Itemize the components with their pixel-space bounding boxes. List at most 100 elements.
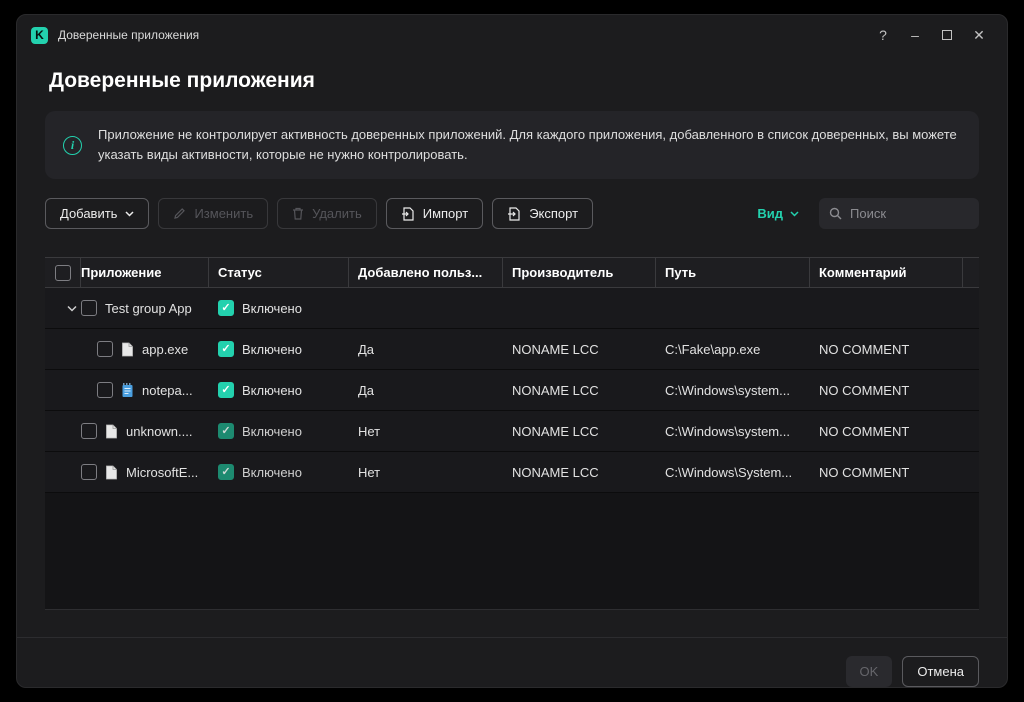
col-header-path[interactable]: Путь (656, 258, 810, 288)
table-row[interactable]: app.exe Включено Да NONAME LCC C:\Fake\a… (45, 329, 979, 371)
file-icon (122, 342, 133, 357)
notepad-icon (122, 383, 133, 397)
comment-cell: NO COMMENT (819, 464, 910, 480)
delete-button[interactable]: Удалить (277, 198, 377, 230)
import-button-label: Импорт (422, 206, 469, 222)
table-row[interactable]: MicrosoftE... Включено Нет NONAME LCC C:… (45, 452, 979, 494)
file-icon (106, 424, 117, 439)
delete-button-label: Удалить (312, 206, 362, 222)
status-cell: Включено (209, 341, 349, 358)
chevron-down-icon (125, 211, 134, 217)
status-checkbox[interactable] (218, 300, 234, 317)
add-button-label: Добавить (60, 206, 118, 222)
col-header-status[interactable]: Статус (209, 258, 349, 288)
status-label: Включено (242, 464, 302, 480)
export-button[interactable]: Экспорт (492, 198, 594, 230)
cancel-button[interactable]: Отмена (902, 656, 979, 687)
export-button-label: Экспорт (529, 206, 579, 222)
added-cell: Да (358, 341, 375, 357)
col-header-added-by-user[interactable]: Добавлено польз... (349, 258, 503, 288)
status-checkbox[interactable] (218, 341, 234, 358)
vendor-cell: NONAME LCC (512, 464, 599, 480)
content: Доверенные приложения i Приложение не ко… (17, 55, 1007, 637)
row-checkbox[interactable] (97, 382, 113, 399)
group-name-cell: Test group App (81, 300, 209, 317)
select-all-checkbox[interactable] (54, 264, 71, 281)
trash-icon (293, 208, 304, 220)
row-checkbox[interactable] (81, 464, 97, 481)
comment-cell: NO COMMENT (819, 341, 910, 357)
maximize-icon (942, 30, 952, 40)
app-name: app.exe (142, 341, 189, 357)
row-checkbox[interactable] (97, 341, 113, 358)
search-icon (829, 208, 842, 220)
pencil-icon (174, 208, 186, 220)
toolbar-right: Вид (757, 198, 979, 230)
status-cell: Включено (209, 382, 349, 399)
table-group-row[interactable]: Test group App Включено (45, 288, 979, 330)
col-header-application[interactable]: Приложение (81, 258, 209, 288)
table-row[interactable]: notepa... Включено Да NONAME LCC C:\Wind… (45, 370, 979, 412)
app-name-cell: MicrosoftE... (81, 464, 209, 481)
status-label: Включено (242, 341, 302, 357)
app-name: unknown.... (126, 423, 193, 439)
app-name-cell: unknown.... (81, 423, 209, 440)
chevron-down-icon[interactable] (67, 305, 77, 312)
trusted-apps-table: Приложение Статус Добавлено польз... Про… (45, 257, 979, 611)
col-header-vendor[interactable]: Производитель (503, 258, 656, 288)
window-title: Доверенные приложения (58, 28, 200, 42)
import-button[interactable]: Импорт (385, 198, 484, 230)
ok-button[interactable]: OK (845, 656, 893, 687)
group-expand-cell (45, 305, 81, 312)
close-button[interactable]: ✕ (963, 20, 995, 50)
minimize-button[interactable]: – (899, 20, 931, 50)
status-label: Включено (242, 382, 302, 398)
desktop: { "window": { "title": "Доверенные прило… (0, 0, 1024, 702)
status-cell: Включено (209, 423, 349, 440)
app-name: MicrosoftE... (126, 464, 199, 480)
search-input[interactable] (850, 206, 969, 222)
status-label: Включено (242, 423, 302, 439)
path-cell: C:\Windows\system... (665, 382, 790, 398)
info-icon: i (63, 135, 82, 155)
vendor-cell: NONAME LCC (512, 382, 599, 398)
page-title: Доверенные приложения (49, 69, 315, 92)
edit-button[interactable]: Изменить (158, 198, 269, 230)
status-checkbox[interactable] (218, 423, 234, 440)
group-name: Test group App (105, 300, 192, 316)
chevron-down-icon (790, 211, 799, 217)
comment-cell: NO COMMENT (819, 423, 910, 439)
added-cell: Нет (358, 423, 381, 439)
col-header-comment[interactable]: Комментарий (810, 258, 963, 288)
app-name-cell: app.exe (81, 341, 209, 358)
added-cell: Да (358, 382, 375, 398)
titlebar: K Доверенные приложения ? – ✕ (17, 15, 1007, 55)
info-banner: i Приложение не контролирует активность … (45, 111, 979, 180)
status-checkbox[interactable] (218, 382, 234, 399)
status-checkbox[interactable] (218, 464, 234, 481)
table-row[interactable]: unknown.... Включено Нет NONAME LCC C:\W… (45, 411, 979, 453)
import-icon (401, 207, 414, 221)
row-checkbox[interactable] (81, 423, 97, 440)
table-empty-area (45, 493, 979, 611)
kaspersky-logo-icon: K (31, 26, 48, 44)
row-checkbox[interactable] (81, 300, 97, 317)
help-button[interactable]: ? (867, 20, 899, 50)
add-button[interactable]: Добавить (45, 198, 150, 230)
app-window: K Доверенные приложения ? – ✕ Доверенные… (16, 14, 1008, 688)
file-icon (106, 465, 117, 480)
app-name: notepa... (142, 382, 193, 398)
maximize-button[interactable] (931, 20, 963, 50)
search-box[interactable] (819, 198, 979, 230)
view-dropdown[interactable]: Вид (757, 206, 799, 221)
added-cell: Нет (358, 464, 381, 480)
status-cell: Включено (209, 464, 349, 481)
group-status-cell: Включено (209, 300, 349, 317)
edit-button-label: Изменить (194, 206, 254, 222)
info-banner-text: Приложение не контролирует активность до… (98, 127, 957, 163)
app-name-cell: notepa... (81, 382, 209, 399)
view-dropdown-label: Вид (757, 206, 783, 222)
path-cell: C:\Windows\System... (665, 464, 793, 480)
window-controls: ? – ✕ (867, 20, 995, 50)
